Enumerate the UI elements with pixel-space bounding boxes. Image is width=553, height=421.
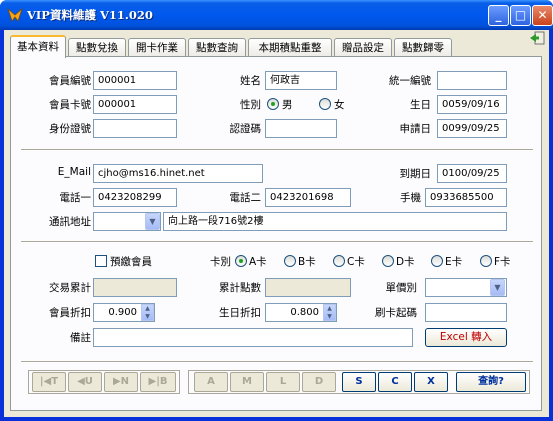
prepaid-checkbox[interactable] (95, 255, 107, 267)
address-label: 通訊地址 (49, 216, 91, 228)
tab-points-query[interactable]: 點數查詢 (188, 38, 246, 57)
chevron-down-icon[interactable]: ▼ (145, 213, 160, 230)
address-field[interactable]: 向上路一段716號2樓 (163, 212, 507, 231)
chevron-down-icon[interactable]: ▼ (490, 279, 505, 296)
card-type-f-radio[interactable] (480, 255, 492, 267)
email-label: E_Mail (57, 166, 91, 178)
query-button[interactable]: 查詢? (456, 372, 526, 392)
last-record-button[interactable]: ▶|B (140, 372, 176, 392)
card-type-d-label: D卡 (396, 256, 415, 268)
card-type-b-label: B卡 (298, 256, 316, 268)
modify-button[interactable]: M (230, 372, 264, 392)
name-field[interactable]: 何政吉 (265, 71, 337, 90)
card-no-label: 會員卡號 (49, 99, 91, 111)
gender-female-label: 女 (334, 99, 345, 111)
excel-import-button[interactable]: Excel 轉入 (425, 328, 507, 347)
member-no-field[interactable]: 000001 (93, 71, 177, 90)
gender-female-radio[interactable] (319, 98, 331, 110)
email-field[interactable]: cjho@ms16.hinet.net (93, 164, 263, 183)
window-title: VIP資料維護 V11.020 (27, 8, 153, 22)
gender-label: 性別 (240, 99, 261, 111)
verify-code-field[interactable] (265, 119, 337, 138)
phone1-label: 電話一 (59, 192, 92, 204)
phone2-field[interactable]: 0423201698 (265, 188, 351, 207)
birthday-field[interactable]: 0059/09/16 (437, 95, 507, 114)
card-type-f-label: F卡 (494, 256, 511, 268)
card-no-field[interactable]: 000001 (93, 95, 177, 114)
close-button[interactable]: ✕ (532, 5, 553, 26)
card-start-field[interactable] (425, 303, 507, 322)
basic-info-panel: 會員編號 000001 姓名 何政吉 統一編號 會員卡號 000001 性別 男… (10, 56, 542, 411)
card-type-e-radio[interactable] (431, 255, 443, 267)
name-label: 姓名 (240, 75, 261, 87)
tab-points-reset[interactable]: 點數歸零 (394, 38, 452, 57)
discount-spinner[interactable]: ▲ ▼ (141, 304, 154, 321)
apply-date-field[interactable]: 0099/09/25 (437, 119, 507, 138)
expire-date-field[interactable]: 0100/09/25 (437, 164, 507, 183)
separator-1 (21, 149, 533, 151)
locate-button[interactable]: L (266, 372, 300, 392)
phone1-field[interactable]: 0423208299 (93, 188, 177, 207)
birthday-label: 生日 (410, 99, 431, 111)
exit-button[interactable]: X (414, 372, 448, 392)
card-start-label: 刷卡起碼 (375, 307, 417, 319)
remark-label: 備註 (70, 332, 91, 344)
tax-id-field[interactable] (437, 71, 507, 90)
card-type-c-radio[interactable] (333, 255, 345, 267)
trade-total-field (93, 278, 177, 297)
expire-date-label: 到期日 (399, 168, 432, 180)
id-no-field[interactable] (93, 119, 177, 138)
card-type-c-label: C卡 (347, 256, 365, 268)
tab-gift-setting[interactable]: 贈品設定 (334, 38, 392, 57)
phone2-label: 電話二 (229, 192, 262, 204)
first-record-button[interactable]: |◀T (32, 372, 66, 392)
discount-label: 會員折扣 (49, 307, 91, 319)
card-type-d-radio[interactable] (382, 255, 394, 267)
title-bar[interactable]: VIP資料維護 V11.020 _ □ ✕ (0, 0, 553, 30)
price-type-label: 單價別 (385, 282, 418, 294)
app-logo-icon (7, 8, 23, 22)
verify-code-label: 認證碼 (229, 123, 262, 135)
maximize-button[interactable]: □ (510, 5, 531, 26)
mobile-field[interactable]: 0933685500 (425, 188, 507, 207)
id-no-label: 身份證號 (49, 123, 91, 135)
card-type-label: 卡別 (210, 256, 231, 268)
tax-id-label: 統一編號 (389, 75, 431, 87)
gender-male-radio[interactable] (267, 98, 279, 110)
save-button[interactable]: S (342, 372, 376, 392)
points-total-field (265, 278, 351, 297)
card-type-a-label: A卡 (249, 256, 267, 268)
add-button[interactable]: A (194, 372, 228, 392)
mobile-label: 手機 (400, 192, 421, 204)
tab-redeem[interactable]: 點數兌換 (68, 38, 126, 57)
client-area: 基本資料 點數兌換 開卡作業 點數查詢 本期積點重整 贈品設定 點數歸零 會員編… (4, 30, 549, 417)
delete-button[interactable]: D (302, 372, 336, 392)
prev-record-button[interactable]: ◀U (68, 372, 102, 392)
card-type-b-radio[interactable] (284, 255, 296, 267)
trade-total-label: 交易累計 (49, 282, 91, 294)
tab-basic[interactable]: 基本資料 (10, 35, 66, 58)
points-total-label: 累計點數 (219, 282, 261, 294)
gender-male-label: 男 (282, 99, 293, 111)
card-type-e-label: E卡 (445, 256, 463, 268)
minimize-button[interactable]: _ (488, 5, 509, 26)
next-record-button[interactable]: ▶N (104, 372, 138, 392)
tab-open-card[interactable]: 開卡作業 (128, 38, 186, 57)
prepaid-label: 預繳會員 (110, 256, 152, 268)
birthday-discount-label: 生日折扣 (219, 307, 261, 319)
exit-icon[interactable] (529, 31, 545, 45)
birthday-discount-spinner[interactable]: ▲ ▼ (323, 304, 336, 321)
separator-2 (21, 241, 533, 243)
apply-date-label: 申請日 (399, 123, 432, 135)
app-window: VIP資料維護 V11.020 _ □ ✕ 基本資料 點數兌換 開卡作業 點數查… (0, 0, 553, 421)
remark-field[interactable] (93, 328, 413, 347)
separator-3 (21, 361, 533, 363)
tab-points-rebuild[interactable]: 本期積點重整 (248, 38, 332, 57)
card-type-a-radio[interactable] (235, 255, 247, 267)
cancel-button[interactable]: C (378, 372, 412, 392)
member-no-label: 會員編號 (49, 75, 91, 87)
